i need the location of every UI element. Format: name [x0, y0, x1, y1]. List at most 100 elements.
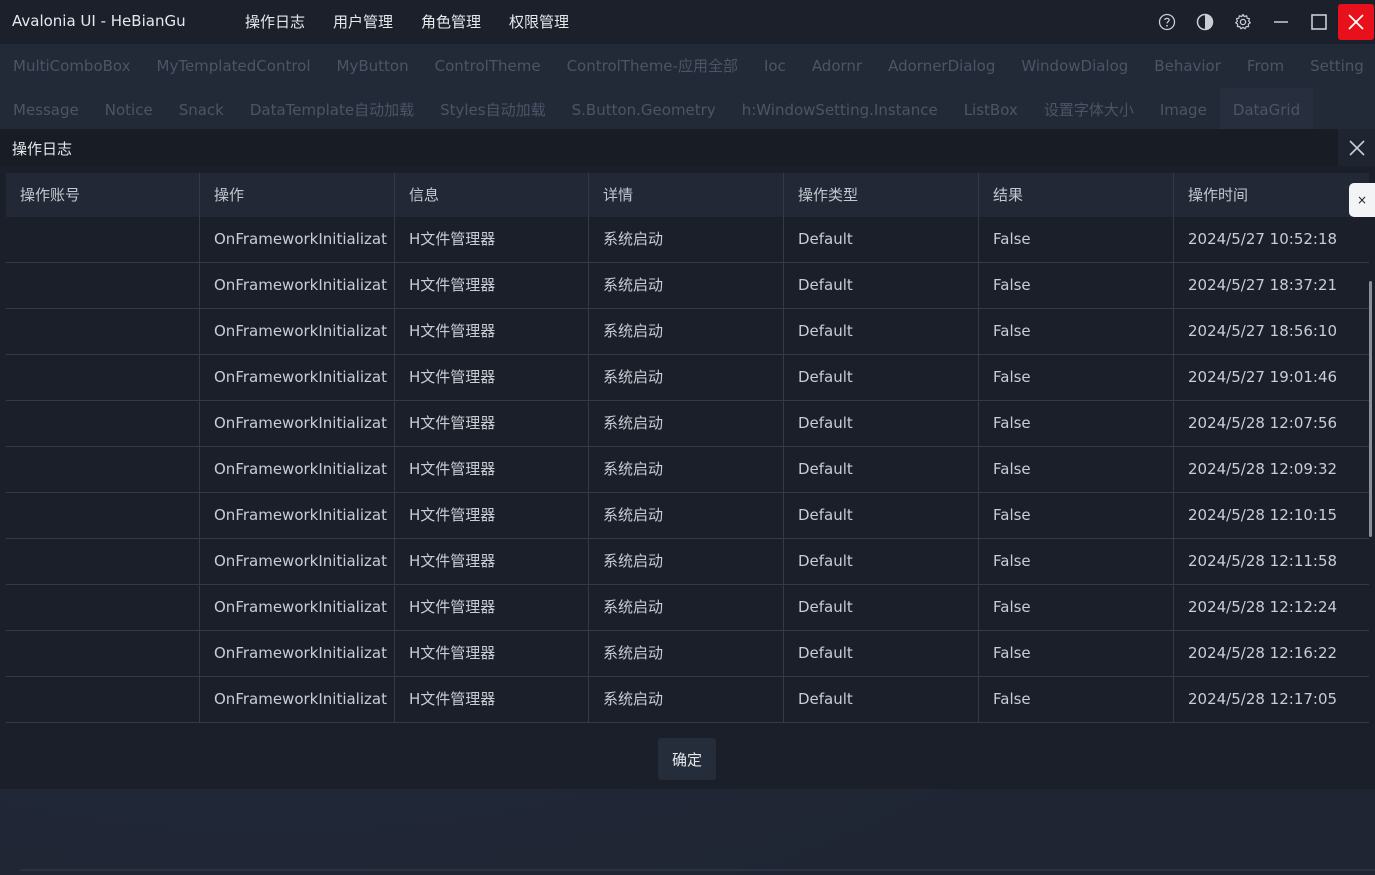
table-cell-col-operation: OnFrameworkInitializat: [200, 539, 395, 584]
tab-row1-item-5[interactable]: Ioc: [751, 44, 799, 88]
table-cell-col-result: False: [979, 447, 1174, 492]
table-row[interactable]: OnFrameworkInitializat H文件管理器 系统启动 Default F…: [6, 401, 1369, 447]
tab-row1-item-11[interactable]: Setting: [1297, 44, 1375, 88]
table-cell-col-op-time: 2024/5/28 12:09:32: [1188, 460, 1338, 478]
table-cell-col-operation: OnFrameworkInitializat: [200, 217, 395, 262]
table-row[interactable]: OnFrameworkInitializat H文件管理器 系统启动 Default F…: [6, 539, 1369, 585]
help-button[interactable]: [1148, 3, 1186, 41]
tab-row1-item-6[interactable]: Adornr: [799, 44, 875, 88]
table-cell-col-account: [6, 585, 200, 630]
tab-row1-item-9[interactable]: Behavior: [1141, 44, 1234, 88]
table-cell-col-detail: 系统启动: [589, 263, 784, 308]
column-header-col-result[interactable]: 结果: [979, 173, 1174, 217]
table-row[interactable]: OnFrameworkInitializat H文件管理器 系统启动 Default F…: [6, 631, 1369, 677]
theme-button[interactable]: [1186, 3, 1224, 41]
table-cell-col-detail: 系统启动: [589, 677, 784, 722]
table-cell-col-op-type: Default: [784, 631, 979, 676]
tab-row2-item-6[interactable]: h:WindowSetting.Instance: [729, 88, 951, 132]
table-cell-col-op-time: 2024/5/28 12:07:56: [1188, 414, 1338, 432]
table-cell-col-account: [6, 631, 200, 676]
tab-row1-item-10[interactable]: From: [1234, 44, 1297, 88]
dialog-header: 操作日志: [0, 129, 1375, 166]
table-cell-col-detail: 系统启动: [589, 539, 784, 584]
table-cell-col-info: H文件管理器: [395, 585, 589, 630]
column-header-col-op-time[interactable]: 操作时间: [1174, 173, 1369, 217]
table-row[interactable]: OnFrameworkInitializat H文件管理器 系统启动 Default F…: [6, 585, 1369, 631]
title-bar: Avalonia UI - HeBianGu 操作日志 用户管理 角色管理 权限…: [0, 0, 1375, 44]
table-cell-col-result: False: [979, 585, 1174, 630]
dialog-close-button[interactable]: [1338, 129, 1375, 166]
menu-item-user-management[interactable]: 用户管理: [319, 0, 407, 44]
confirm-button[interactable]: 确定: [658, 738, 716, 780]
help-icon: [1158, 13, 1176, 31]
tab-row2-item-8[interactable]: 设置字体大小: [1031, 88, 1147, 132]
column-header-col-op-type[interactable]: 操作类型: [784, 173, 979, 217]
column-header-col-account[interactable]: 操作账号: [6, 173, 200, 217]
maximize-button[interactable]: [1300, 3, 1338, 41]
table-cell-col-op-time: 2024/5/28 12:10:15: [1188, 506, 1338, 524]
table-cell-col-op-type: Default: [784, 401, 979, 446]
table-row[interactable]: OnFrameworkInitializat H文件管理器 系统启动 Default F…: [6, 309, 1369, 355]
table-cell-col-result: False: [979, 309, 1174, 354]
table-cell-col-info: H文件管理器: [395, 677, 589, 722]
tab-row2-item-0[interactable]: Message: [0, 88, 92, 132]
column-header-col-operation[interactable]: 操作: [200, 173, 395, 217]
table-cell-col-result: False: [979, 677, 1174, 722]
tab-row1-item-8[interactable]: WindowDialog: [1008, 44, 1141, 88]
table-cell-col-result: False: [979, 217, 1174, 262]
table-row[interactable]: OnFrameworkInitializat H文件管理器 系统启动 Default F…: [6, 447, 1369, 493]
menu-item-operation-log[interactable]: 操作日志: [231, 0, 319, 44]
dialog-title: 操作日志: [12, 140, 73, 158]
side-close-button[interactable]: ×: [1349, 183, 1375, 217]
tab-row1-item-3[interactable]: ControlTheme: [422, 44, 554, 88]
table-cell-col-info: H文件管理器: [395, 355, 589, 400]
table-row[interactable]: OnFrameworkInitializat H文件管理器 系统启动 Default F…: [6, 677, 1369, 723]
table-cell-col-op-type: Default: [784, 263, 979, 308]
table-row[interactable]: OnFrameworkInitializat H文件管理器 系统启动 Default F…: [6, 263, 1369, 309]
table-cell-col-account: [6, 217, 200, 262]
table-cell-col-account: [6, 493, 200, 538]
table-cell-col-operation: OnFrameworkInitializat: [200, 263, 395, 308]
tab-row1-item-2[interactable]: MyButton: [324, 44, 422, 88]
column-header-col-detail[interactable]: 详情: [589, 173, 784, 217]
table-cell-col-detail: 系统启动: [589, 401, 784, 446]
table-cell-col-op-type: Default: [784, 309, 979, 354]
tab-row2-item-3[interactable]: DataTemplate自动加载: [237, 88, 427, 132]
gear-icon: [1235, 13, 1251, 30]
table-cell-col-operation: OnFrameworkInitializat: [200, 447, 395, 492]
main-menu: 操作日志 用户管理 角色管理 权限管理: [231, 0, 583, 44]
bottom-divider: [20, 869, 1375, 871]
tab-row2-item-5[interactable]: S.Button.Geometry: [559, 88, 729, 132]
table-cell-col-op-type: Default: [784, 355, 979, 400]
tab-row1-item-4[interactable]: ControlTheme-应用全部: [554, 44, 751, 88]
grid-body: OnFrameworkInitializat H文件管理器 系统启动 Default F…: [6, 217, 1369, 723]
menu-item-permission-management[interactable]: 权限管理: [495, 0, 583, 44]
tab-row2-item-7[interactable]: ListBox: [951, 88, 1031, 132]
tab-row2-item-10[interactable]: DataGrid: [1219, 88, 1314, 132]
table-cell-col-op-type: Default: [784, 447, 979, 492]
table-cell-col-detail: 系统启动: [589, 355, 784, 400]
tab-row2-item-1[interactable]: Notice: [92, 88, 166, 132]
table-row[interactable]: OnFrameworkInitializat H文件管理器 系统启动 Default F…: [6, 355, 1369, 401]
menu-item-role-management[interactable]: 角色管理: [407, 0, 495, 44]
table-row[interactable]: OnFrameworkInitializat H文件管理器 系统启动 Default F…: [6, 217, 1369, 263]
settings-button[interactable]: [1224, 3, 1262, 41]
tab-row1-item-1[interactable]: MyTemplatedControl: [144, 44, 324, 88]
vertical-scrollbar[interactable]: [1369, 281, 1372, 537]
tab-row2-item-9[interactable]: Image: [1147, 88, 1220, 132]
window-close-button[interactable]: [1338, 4, 1374, 40]
tab-row2-item-4[interactable]: Styles自动加载: [427, 88, 559, 132]
table-cell-col-operation: OnFrameworkInitializat: [200, 309, 395, 354]
column-header-col-info[interactable]: 信息: [395, 173, 589, 217]
table-cell-col-info: H文件管理器: [395, 217, 589, 262]
table-cell-col-account: [6, 677, 200, 722]
table-cell-col-detail: 系统启动: [589, 631, 784, 676]
table-cell-col-info: H文件管理器: [395, 401, 589, 446]
tab-row1-item-0[interactable]: MultiComboBox: [0, 44, 144, 88]
table-row[interactable]: OnFrameworkInitializat H文件管理器 系统启动 Default F…: [6, 493, 1369, 539]
table-cell-col-detail: 系统启动: [589, 447, 784, 492]
table-cell-col-operation: OnFrameworkInitializat: [200, 401, 395, 446]
minimize-button[interactable]: [1262, 3, 1300, 41]
tab-row1-item-7[interactable]: AdornerDialog: [875, 44, 1008, 88]
tab-row2-item-2[interactable]: Snack: [166, 88, 237, 132]
